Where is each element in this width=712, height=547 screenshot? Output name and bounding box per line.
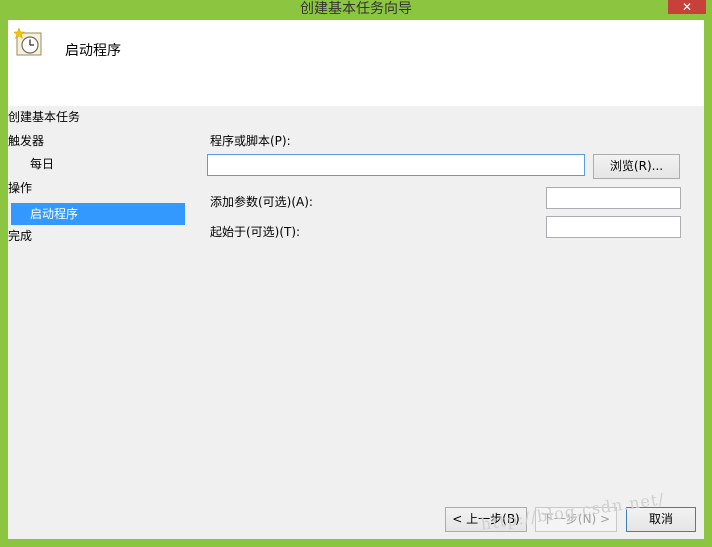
nav-item-daily[interactable]: 每日 — [8, 153, 54, 175]
args-input[interactable] — [546, 187, 681, 209]
wizard-window: 创建基本任务向导 ✕ 启动程序 创建基本任务 触发器 每日 操作 启动程序 完成… — [0, 0, 712, 547]
program-input[interactable] — [207, 154, 585, 176]
cancel-button[interactable]: 取消 — [626, 507, 696, 532]
close-button[interactable]: ✕ — [668, 0, 706, 14]
browse-button[interactable]: 浏览(R)... — [593, 154, 680, 179]
close-icon: ✕ — [681, 0, 693, 14]
title-bar[interactable]: 创建基本任务向导 ✕ — [0, 0, 712, 20]
window-title: 创建基本任务向导 — [300, 1, 412, 17]
wizard-header: 启动程序 — [8, 20, 704, 106]
nav-item-trigger[interactable]: 触发器 — [8, 130, 44, 152]
wizard-form: 程序或脚本(P): 浏览(R)... 添加参数(可选)(A): 起始于(可选)(… — [188, 106, 704, 539]
nav-item-finish[interactable]: 完成 — [8, 225, 32, 247]
start-in-label: 起始于(可选)(T): — [210, 225, 301, 239]
wizard-client-area: 启动程序 创建基本任务 触发器 每日 操作 启动程序 完成 程序或脚本(P): … — [8, 20, 704, 539]
scheduled-task-clock-icon — [14, 28, 42, 56]
back-button[interactable]: < 上一步(B) — [445, 507, 527, 532]
program-label: 程序或脚本(P): — [210, 134, 291, 148]
page-title: 启动程序 — [65, 43, 121, 59]
next-button[interactable]: 下一步(N) > — [535, 507, 617, 532]
args-label: 添加参数(可选)(A): — [210, 195, 313, 209]
nav-item-create-basic-task[interactable]: 创建基本任务 — [8, 106, 80, 128]
wizard-step-nav: 创建基本任务 触发器 每日 操作 启动程序 完成 — [8, 106, 188, 539]
nav-item-start-program[interactable]: 启动程序 — [11, 203, 185, 225]
nav-item-action[interactable]: 操作 — [8, 177, 32, 199]
start-in-input[interactable] — [546, 216, 681, 238]
